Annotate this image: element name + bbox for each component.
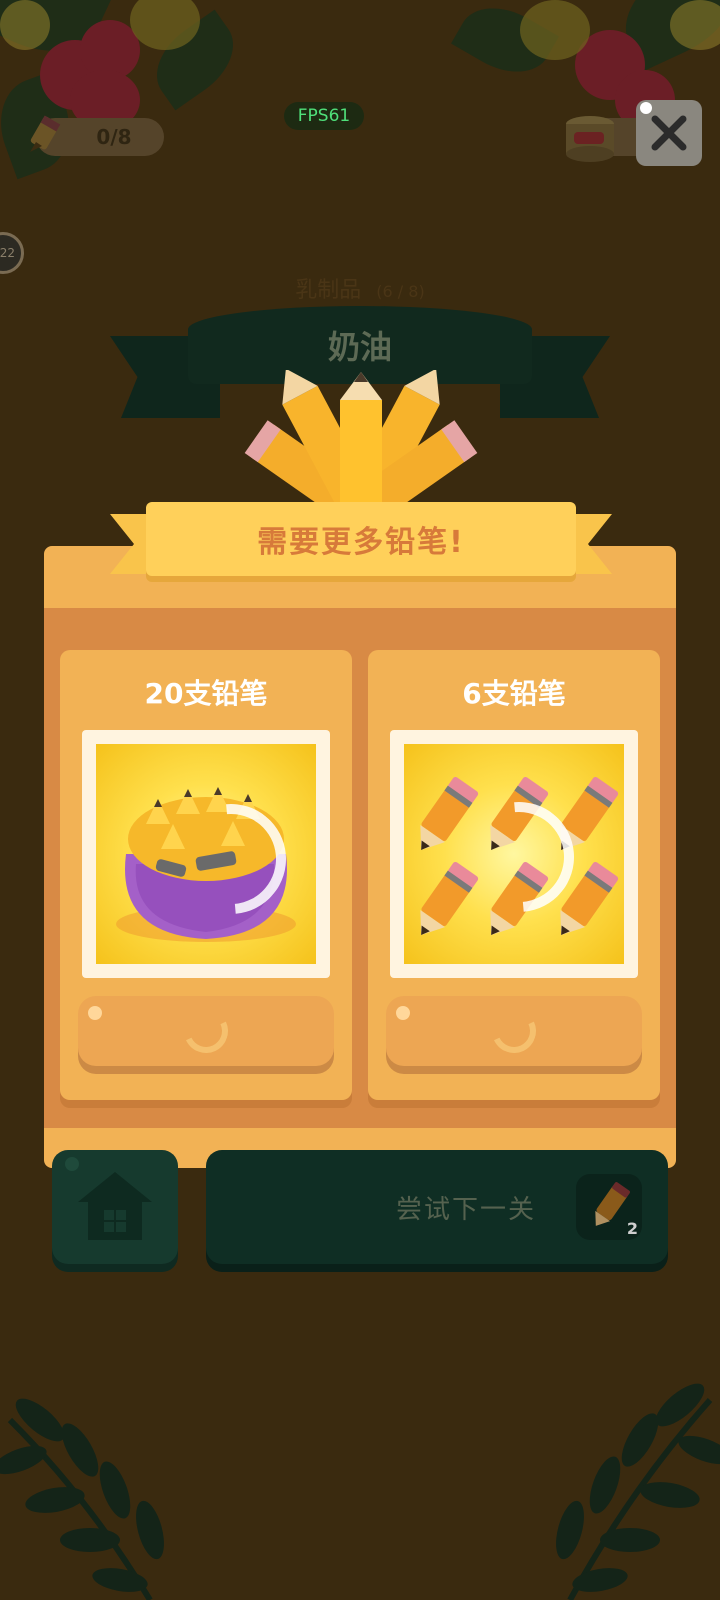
offer-title: 20支铅笔 bbox=[144, 677, 268, 710]
category-name: 乳制品 bbox=[295, 278, 362, 303]
fps-counter: FPS61 bbox=[284, 102, 364, 130]
pencil-counter-value: 0/8 bbox=[96, 125, 132, 149]
dialog-banner: 需要更多铅笔! bbox=[146, 502, 576, 576]
coin-jar-icon bbox=[560, 108, 620, 164]
dialog-title: 需要更多铅笔! bbox=[257, 525, 465, 560]
button-shine bbox=[88, 1006, 102, 1020]
offer-card-20-pencils[interactable]: 20支铅笔 bbox=[60, 650, 352, 1100]
try-next-level-button[interactable]: 尝试下一关 2 bbox=[206, 1150, 668, 1264]
indicator-dot bbox=[640, 102, 652, 114]
buy-20-pencils-button[interactable] bbox=[78, 996, 334, 1066]
offer-image-frame bbox=[82, 730, 330, 978]
close-icon bbox=[651, 115, 687, 151]
cost-badge: 2 bbox=[576, 1174, 642, 1240]
cost-value: 2 bbox=[626, 1219, 638, 1238]
side-badge[interactable]: 22 bbox=[0, 232, 24, 274]
price-loading-icon bbox=[177, 1002, 235, 1060]
offer-image bbox=[96, 744, 316, 964]
offer-image-frame bbox=[390, 730, 638, 978]
close-button[interactable] bbox=[636, 100, 702, 166]
button-shine bbox=[396, 1006, 410, 1020]
fern-left-decoration bbox=[0, 1398, 164, 1600]
category-label: 乳制品 (6 / 8) bbox=[0, 272, 720, 304]
fern-right-decoration bbox=[556, 1383, 720, 1600]
home-button[interactable] bbox=[52, 1150, 178, 1264]
offer-image bbox=[404, 744, 624, 964]
category-progress: (6 / 8) bbox=[376, 282, 425, 301]
try-next-level-label: 尝试下一关 bbox=[395, 1194, 536, 1225]
pencil-icon bbox=[22, 112, 72, 162]
offer-card-6-pencils[interactable]: 6支铅笔 bbox=[368, 650, 660, 1100]
price-loading-icon bbox=[485, 1002, 543, 1060]
pencils-fan-icon bbox=[196, 368, 526, 527]
home-icon bbox=[65, 1157, 152, 1240]
buy-6-pencils-button[interactable] bbox=[386, 996, 642, 1066]
side-badge-text: 22 bbox=[0, 246, 15, 260]
target-word: 奶油 bbox=[327, 328, 392, 366]
offer-title: 6支铅笔 bbox=[462, 677, 566, 710]
